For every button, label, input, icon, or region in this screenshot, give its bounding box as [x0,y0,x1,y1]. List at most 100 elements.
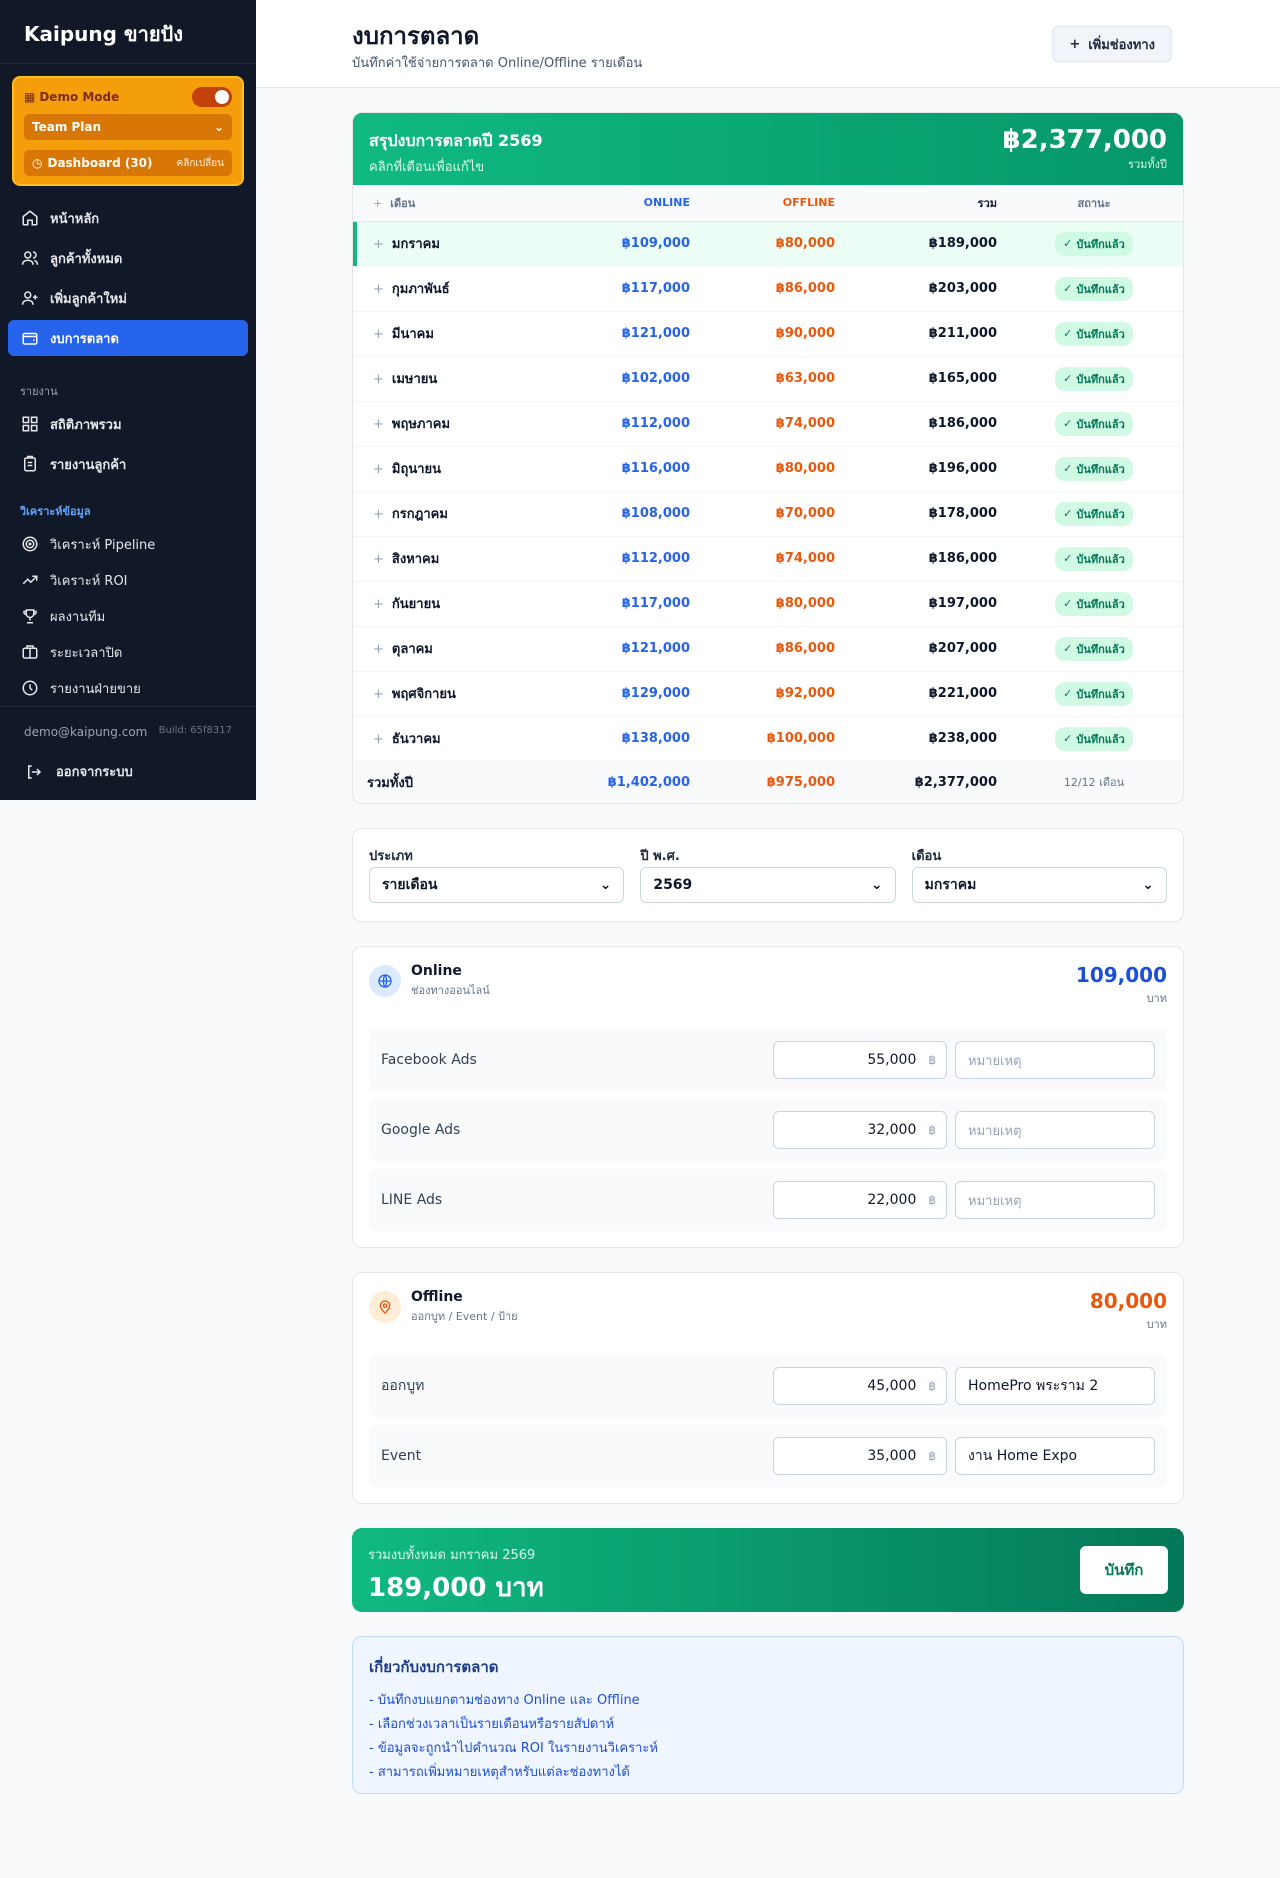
amount-input[interactable]: 35,000 ฿ [773,1437,947,1475]
status-cell: ✓ บันทึกแล้ว [1005,266,1183,312]
dashboard-switch[interactable]: ◷ Dashboard (30) คลิกเปลี่ยน [24,150,232,176]
expand-plus-icon[interactable]: + [373,282,384,297]
amount-input[interactable]: 32,000 ฿ [773,1111,947,1149]
table-row[interactable]: + พฤศจิกายน ฿129,000 ฿92,000 ฿221,000 ✓ บันทึก… [353,671,1183,717]
expand-plus-icon[interactable]: + [373,642,384,657]
year-select[interactable]: 2569 ⌄ [640,867,896,903]
grand-total-label: รวมงบทั้งหมด มกราคม 2569 [368,1548,536,1563]
total-offline: ฿975,000 [698,760,843,803]
nav-item-marketing-budget[interactable]: งบการตลาด [8,320,248,356]
nav-item-home[interactable]: หน้าหลัก [8,200,248,236]
table-row[interactable]: + กันยายน ฿117,000 ฿80,000 ฿197,000 ✓ บันทึกแล… [353,581,1183,627]
section-analysis-heading: วิเคราะห์ข้อมูล [20,505,91,518]
baht-symbol: ฿ [928,1449,936,1463]
note-input[interactable]: หมายเหตุ [955,1111,1155,1149]
nav-item-sales-report[interactable]: รายงานฝ่ายขาย [8,670,248,706]
note-input[interactable]: หมายเหตุ [955,1181,1155,1219]
sum-cell: ฿203,000 [843,266,1005,312]
nav-item-roi[interactable]: วิเคราะห์ ROI [8,562,248,598]
nav-label: รายงานลูกค้า [50,457,127,473]
month-cell: + พฤศจิกายน [353,671,553,717]
offline-cell: ฿70,000 [698,491,843,537]
nav-item-customers[interactable]: ลูกค้าทั้งหมด [8,240,248,276]
table-row[interactable]: + ธันวาคม ฿138,000 ฿100,000 ฿238,000 ✓ บันทึกแ… [353,716,1183,762]
online-channel-name: Online [411,963,462,979]
amount-input[interactable]: 22,000 ฿ [773,1181,947,1219]
demo-mode-toggle[interactable] [192,87,232,107]
online-cell: ฿121,000 [553,311,698,357]
main-nav: หน้าหลัก ลูกค้าทั้งหมด เพิ่มลูกค้าใหม่ ง… [0,200,256,356]
note-input[interactable]: หมายเหตุ [955,1041,1155,1079]
table-row[interactable]: + สิงหาคม ฿112,000 ฿74,000 ฿186,000 ✓ บันทึกแล… [353,536,1183,582]
logout-button[interactable]: ออกจากระบบ [24,761,232,782]
table-row[interactable]: + กรกฎาคม ฿108,000 ฿70,000 ฿178,000 ✓ บันทึกแล… [353,491,1183,537]
offline-channel-desc: ออกบูท / Event / ป้าย [411,1310,518,1323]
online-cell: ฿112,000 [553,401,698,447]
offline-channel-card: Offline ออกบูท / Event / ป้าย 80,000 บาท… [352,1272,1184,1504]
nav-label: ผลงานทีม [50,609,106,625]
nav-item-add-customer[interactable]: เพิ่มลูกค้าใหม่ [8,280,248,316]
table-row[interactable]: + กุมภาพันธ์ ฿117,000 ฿86,000 ฿203,000 ✓ บันทึ… [353,266,1183,312]
year-filter-label: ปี พ.ศ. [640,849,680,864]
channel-item-name: Event [381,1448,422,1464]
online-channel-card: Online ช่องทางออนไลน์ 109,000 บาท Facebo… [352,946,1184,1248]
status-badge: ✓ บันทึกแล้ว [1055,231,1133,256]
online-total: 109,000 [1075,963,1167,987]
note-input[interactable]: งาน Home Expo [955,1437,1155,1475]
channel-item-name: ออกบูท [381,1378,425,1394]
nav-item-pipeline[interactable]: วิเคราะห์ Pipeline [8,526,248,562]
status-badge: ✓ บันทึกแล้ว [1055,681,1133,706]
add-channel-button[interactable]: + เพิ่มช่องทาง [1052,26,1172,62]
col-online: ONLINE [553,185,698,222]
brand-logo[interactable]: Kaipung ขายปัง [0,0,256,64]
sum-cell: ฿211,000 [843,311,1005,357]
plan-select[interactable]: Team Plan ⌄ [24,114,232,140]
expand-plus-icon[interactable]: + [373,372,384,387]
table-row[interactable]: + มิถุนายน ฿116,000 ฿80,000 ฿196,000 ✓ บันทึกแ… [353,446,1183,492]
table-row[interactable]: + มีนาคม ฿121,000 ฿90,000 ฿211,000 ✓ บันทึกแล้… [353,311,1183,357]
page-title: งบการตลาด [352,22,480,50]
offline-cell: ฿90,000 [698,311,843,357]
month-select[interactable]: มกราคม ⌄ [911,867,1167,903]
expand-plus-icon[interactable]: + [373,507,384,522]
baht-symbol: ฿ [928,1053,936,1067]
expand-plus-icon[interactable]: + [373,327,384,342]
table-row[interactable]: + เมษายน ฿102,000 ฿63,000 ฿165,000 ✓ บันทึกแล้… [353,356,1183,402]
nav-item-overview-stats[interactable]: สถิติภาพรวม [8,406,248,442]
nav-item-customer-report[interactable]: รายงานลูกค้า [8,446,248,482]
summary-total-value: ฿2,377,000 [1002,125,1167,155]
offline-total: 80,000 [1089,1289,1167,1313]
briefcase-icon [20,642,40,662]
expand-plus-icon[interactable]: + [373,597,384,612]
offline-cell: ฿86,000 [698,626,843,672]
nav-item-close-time[interactable]: ระยะเวลาปิด [8,634,248,670]
amount-input[interactable]: 55,000 ฿ [773,1041,947,1079]
amount-input[interactable]: 45,000 ฿ [773,1367,947,1405]
save-button[interactable]: บันทึก [1080,1546,1168,1594]
expand-plus-icon[interactable]: + [373,237,384,252]
sum-cell: ฿196,000 [843,446,1005,492]
chevron-down-icon: ⌄ [1142,877,1154,893]
channel-item-name: Google Ads [381,1122,461,1138]
section-reports-heading: รายงาน [20,385,58,398]
type-select[interactable]: รายเดือน ⌄ [369,867,625,903]
month-cell: + ธันวาคม [353,716,553,762]
reports-nav: สถิติภาพรวม รายงานลูกค้า [0,406,256,482]
note-input[interactable]: HomePro พระราม 2 [955,1367,1155,1405]
expand-plus-icon[interactable]: + [373,552,384,567]
monthly-budget-table: + เดือน ONLINE OFFLINE รวม สถานะ + มกราคม฿… [353,185,1183,803]
month-cell: + มกราคม [353,221,553,267]
expand-plus-icon[interactable]: + [373,732,384,747]
expand-plus-icon[interactable]: + [373,462,384,477]
check-icon: ✓ [1063,372,1073,385]
nav-item-team-performance[interactable]: ผลงานทีม [8,598,248,634]
sum-cell: ฿238,000 [843,716,1005,762]
table-row[interactable]: + มกราคม ฿109,000 ฿80,000 ฿189,000 ✓ บันทึกแล้… [353,221,1183,267]
month-cell: + กรกฎาคม [353,491,553,537]
expand-plus-icon[interactable]: + [373,687,384,702]
table-row[interactable]: + ตุลาคม ฿121,000 ฿86,000 ฿207,000 ✓ บันทึกแล้… [353,626,1183,672]
clock-icon [20,678,40,698]
online-cell: ฿138,000 [553,716,698,762]
table-row[interactable]: + พฤษภาคม ฿112,000 ฿74,000 ฿186,000 ✓ บันทึกแล… [353,401,1183,447]
expand-plus-icon[interactable]: + [373,417,384,432]
